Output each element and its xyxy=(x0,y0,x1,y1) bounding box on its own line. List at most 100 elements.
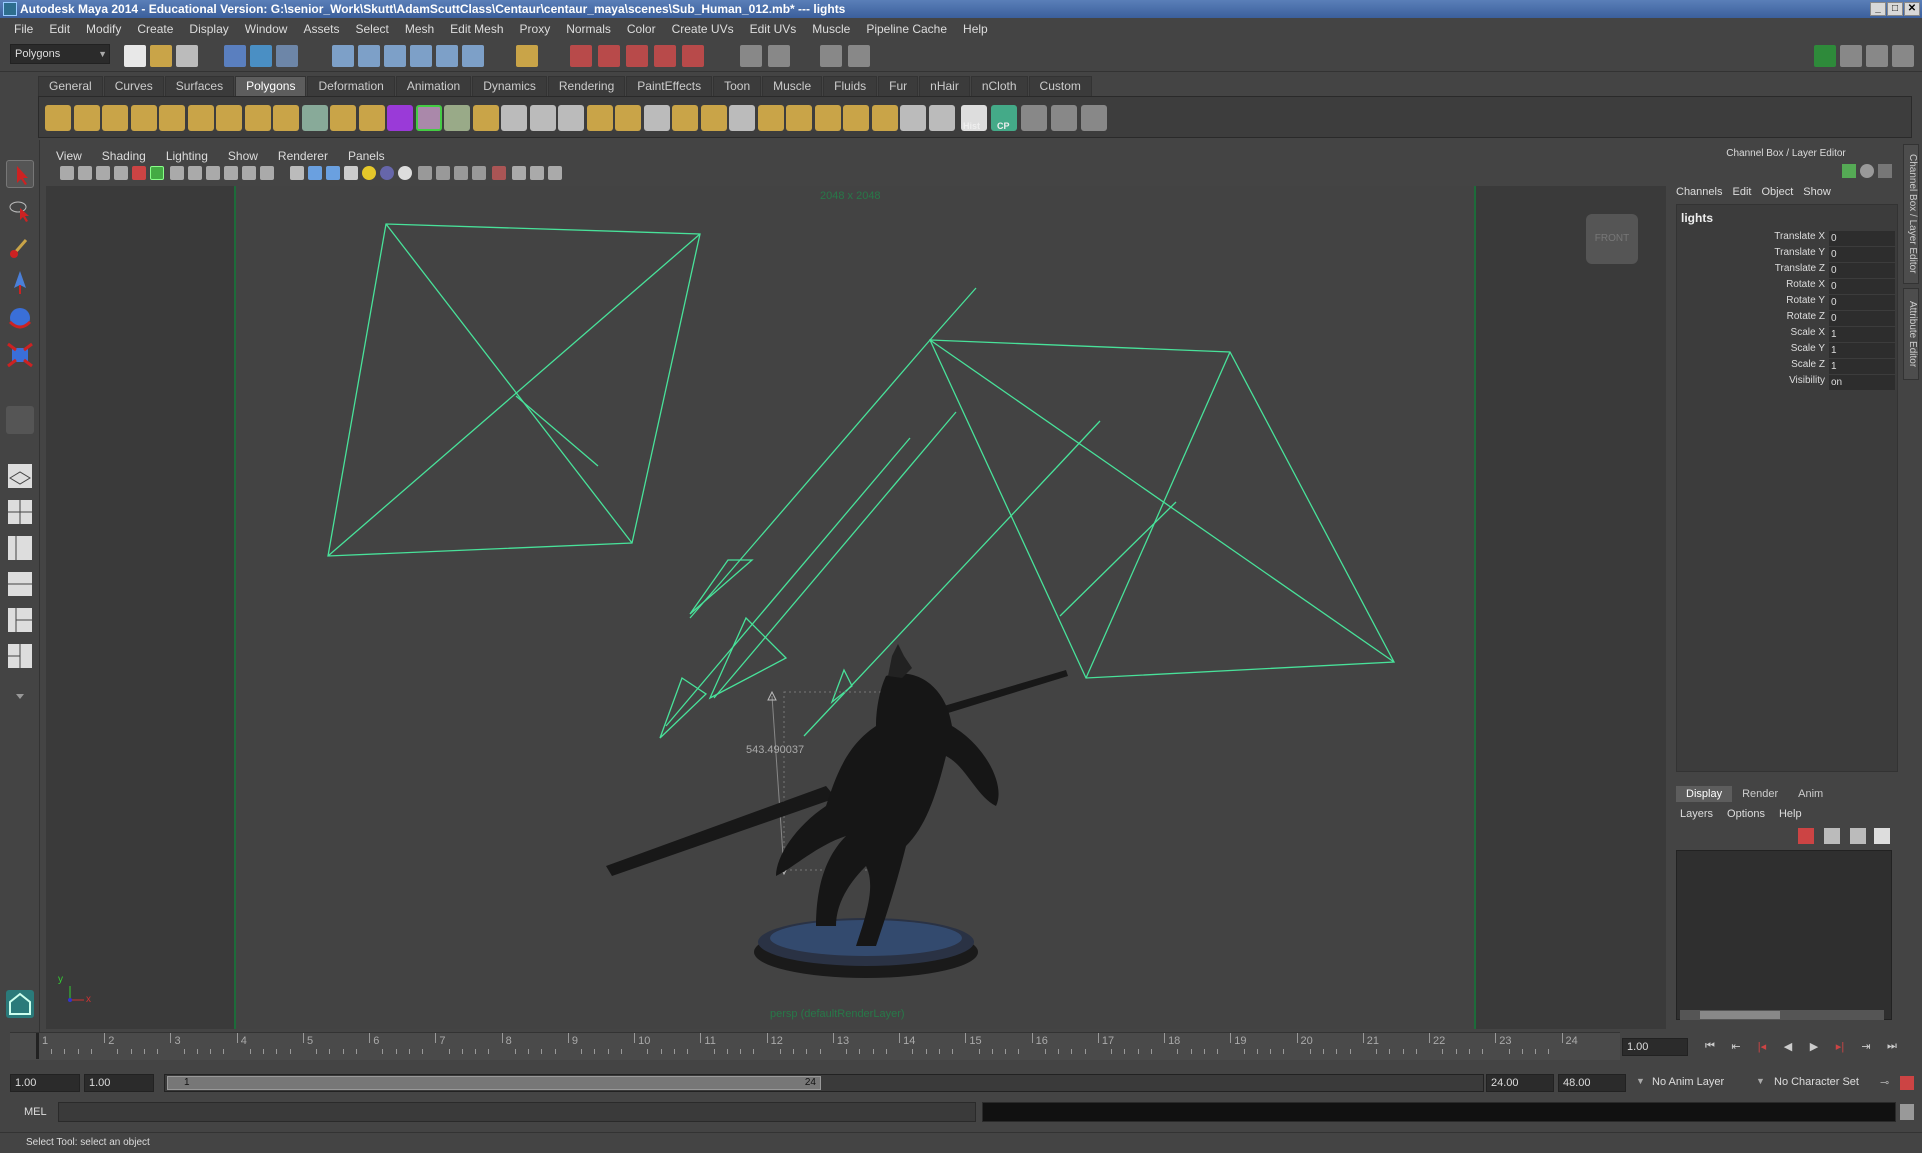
menu-edit[interactable]: Edit xyxy=(41,22,78,36)
fill-hole-icon[interactable] xyxy=(586,105,613,131)
channel-value[interactable]: 0 xyxy=(1829,295,1895,310)
toggle-hud-icon[interactable] xyxy=(530,166,544,180)
menu-edit-mesh[interactable]: Edit Mesh xyxy=(442,22,511,36)
panel-menu-renderer[interactable]: Renderer xyxy=(268,149,338,163)
poly-pipe-icon[interactable] xyxy=(273,105,299,131)
menu-edit-uvs[interactable]: Edit UVs xyxy=(742,22,805,36)
move-up-layer-icon[interactable] xyxy=(1850,828,1866,844)
poly-cone-icon[interactable] xyxy=(130,105,157,131)
channel-name[interactable]: Visibility xyxy=(1789,375,1825,386)
step-back-key-icon[interactable]: ⇤ xyxy=(1728,1040,1744,1054)
channel-value[interactable]: 1 xyxy=(1829,327,1895,342)
layer-menu-options[interactable]: Options xyxy=(1727,808,1779,820)
mirror-cut-icon[interactable] xyxy=(1021,105,1047,131)
combine-icon[interactable] xyxy=(387,105,413,131)
channel-value[interactable]: 0 xyxy=(1829,247,1895,262)
range-slider-handle[interactable]: 1 24 xyxy=(167,1076,821,1090)
smooth-shade-icon[interactable] xyxy=(308,166,322,180)
play-backward-icon[interactable]: ◀ xyxy=(1780,1040,1796,1054)
mirror-geometry-icon[interactable] xyxy=(501,105,527,131)
menu-file[interactable]: File xyxy=(6,22,41,36)
snap-point-icon[interactable] xyxy=(384,45,406,67)
show-tool-settings-icon[interactable] xyxy=(848,45,870,67)
user-script-icon[interactable] xyxy=(1081,105,1107,131)
menu-mesh[interactable]: Mesh xyxy=(397,22,442,36)
shelf-tab-ncloth[interactable]: nCloth xyxy=(970,76,1028,96)
layer-tab-anim[interactable]: Anim xyxy=(1788,786,1833,802)
shelf-tab-fluids[interactable]: Fluids xyxy=(823,76,878,96)
play-forward-icon[interactable]: ▶ xyxy=(1806,1040,1822,1054)
safe-title-icon[interactable] xyxy=(224,166,238,180)
shelf-tab-muscle[interactable]: Muscle xyxy=(762,76,823,96)
go-to-end-icon[interactable]: ⏭ xyxy=(1884,1040,1900,1054)
layout-persp-outliner-icon[interactable] xyxy=(6,642,34,670)
layer-editor-icon[interactable] xyxy=(1860,164,1874,178)
poly-cylinder-icon[interactable] xyxy=(102,105,128,131)
menu-muscle[interactable]: Muscle xyxy=(804,22,858,36)
end-time-field[interactable]: 48.00 xyxy=(1558,1074,1626,1092)
poly-helix-icon[interactable] xyxy=(301,105,328,131)
camera-attributes-icon[interactable] xyxy=(78,166,92,180)
time-slider[interactable]: 1 2 3 4 5 6 7 8 9 10 11 12 13 14 15 16 17 18 19 20 21 22 23 24 xyxy=(10,1032,1620,1060)
booleans-icon[interactable] xyxy=(529,105,556,131)
textures-icon[interactable] xyxy=(344,166,358,180)
extract-icon[interactable] xyxy=(444,105,470,131)
menu-display[interactable]: Display xyxy=(181,22,236,36)
start-time-field[interactable]: 1.00 xyxy=(10,1074,80,1092)
script-editor-icon[interactable] xyxy=(1900,1104,1914,1120)
bevel-icon[interactable] xyxy=(814,105,841,131)
select-tool-icon[interactable] xyxy=(6,160,34,188)
channel-row[interactable]: Scale Y 1 xyxy=(1677,343,1897,359)
field-chart-icon[interactable] xyxy=(188,166,202,180)
maximize-button[interactable]: □ xyxy=(1887,2,1903,16)
keep-faces-icon[interactable] xyxy=(1051,105,1077,131)
layer-menu-layers[interactable]: Layers xyxy=(1680,808,1727,820)
multisample-aa-icon[interactable] xyxy=(436,166,450,180)
channel-box-menu-show[interactable]: Show xyxy=(1803,186,1841,198)
save-scene-icon[interactable] xyxy=(176,45,198,67)
hypershade-icon[interactable] xyxy=(682,45,704,67)
channel-name[interactable]: Scale X xyxy=(1791,327,1825,338)
close-button[interactable]: ✕ xyxy=(1904,2,1920,16)
last-tool-icon[interactable] xyxy=(6,406,34,434)
panel-menu-view[interactable]: View xyxy=(46,149,92,163)
insert-edge-loop-icon[interactable] xyxy=(729,105,755,131)
channel-box-menu-edit[interactable]: Edit xyxy=(1732,186,1761,198)
ipr-render-icon[interactable] xyxy=(626,45,648,67)
shelf-tab-curves[interactable]: Curves xyxy=(103,76,164,96)
layout-hypershade-icon[interactable] xyxy=(6,606,34,634)
side-tab-channel-box[interactable]: Channel Box / Layer Editor xyxy=(1903,144,1919,284)
panel-menu-panels[interactable]: Panels xyxy=(338,149,395,163)
image-plane-icon[interactable] xyxy=(114,166,128,180)
poly-platonic-icon[interactable] xyxy=(358,105,385,131)
channel-row[interactable]: Scale Z 1 xyxy=(1677,359,1897,375)
show-attribute-editor-icon[interactable] xyxy=(820,45,842,67)
channel-name[interactable]: Rotate X xyxy=(1786,279,1825,290)
menu-pipeline-cache[interactable]: Pipeline Cache xyxy=(858,22,955,36)
share-icon[interactable] xyxy=(548,166,562,180)
bridge-icon[interactable] xyxy=(643,105,670,131)
layer-list-scroll-thumb[interactable] xyxy=(1700,1011,1780,1019)
merge-icon[interactable] xyxy=(843,105,869,131)
text-icon[interactable] xyxy=(260,166,274,180)
channel-box-menu-object[interactable]: Object xyxy=(1761,186,1803,198)
menu-assets[interactable]: Assets xyxy=(295,22,347,36)
input-line-icon[interactable] xyxy=(740,45,762,67)
step-back-frame-icon[interactable]: |◂ xyxy=(1754,1040,1770,1054)
character-set-dropdown[interactable]: No Character Set xyxy=(1774,1076,1859,1088)
snap-view-icon[interactable] xyxy=(462,45,484,67)
use-all-lights-icon[interactable] xyxy=(362,166,376,180)
anim-layer-chevron-icon[interactable]: ▼ xyxy=(1636,1076,1645,1086)
poly-torus-icon[interactable] xyxy=(187,105,214,131)
separate-icon[interactable] xyxy=(415,105,442,131)
snap-surface-icon[interactable] xyxy=(436,45,458,67)
channel-box-icon[interactable] xyxy=(1842,164,1856,178)
layout-four-pane-icon[interactable] xyxy=(6,498,34,526)
shelf-tab-deformation[interactable]: Deformation xyxy=(307,76,395,96)
layer-list-scrollbar[interactable] xyxy=(1680,1010,1884,1020)
channel-value[interactable]: 1 xyxy=(1829,343,1895,358)
menu-proxy[interactable]: Proxy xyxy=(512,22,559,36)
select-component-icon[interactable] xyxy=(276,45,298,67)
poly-pyramid-icon[interactable] xyxy=(244,105,271,131)
extrude-icon[interactable] xyxy=(786,105,812,131)
